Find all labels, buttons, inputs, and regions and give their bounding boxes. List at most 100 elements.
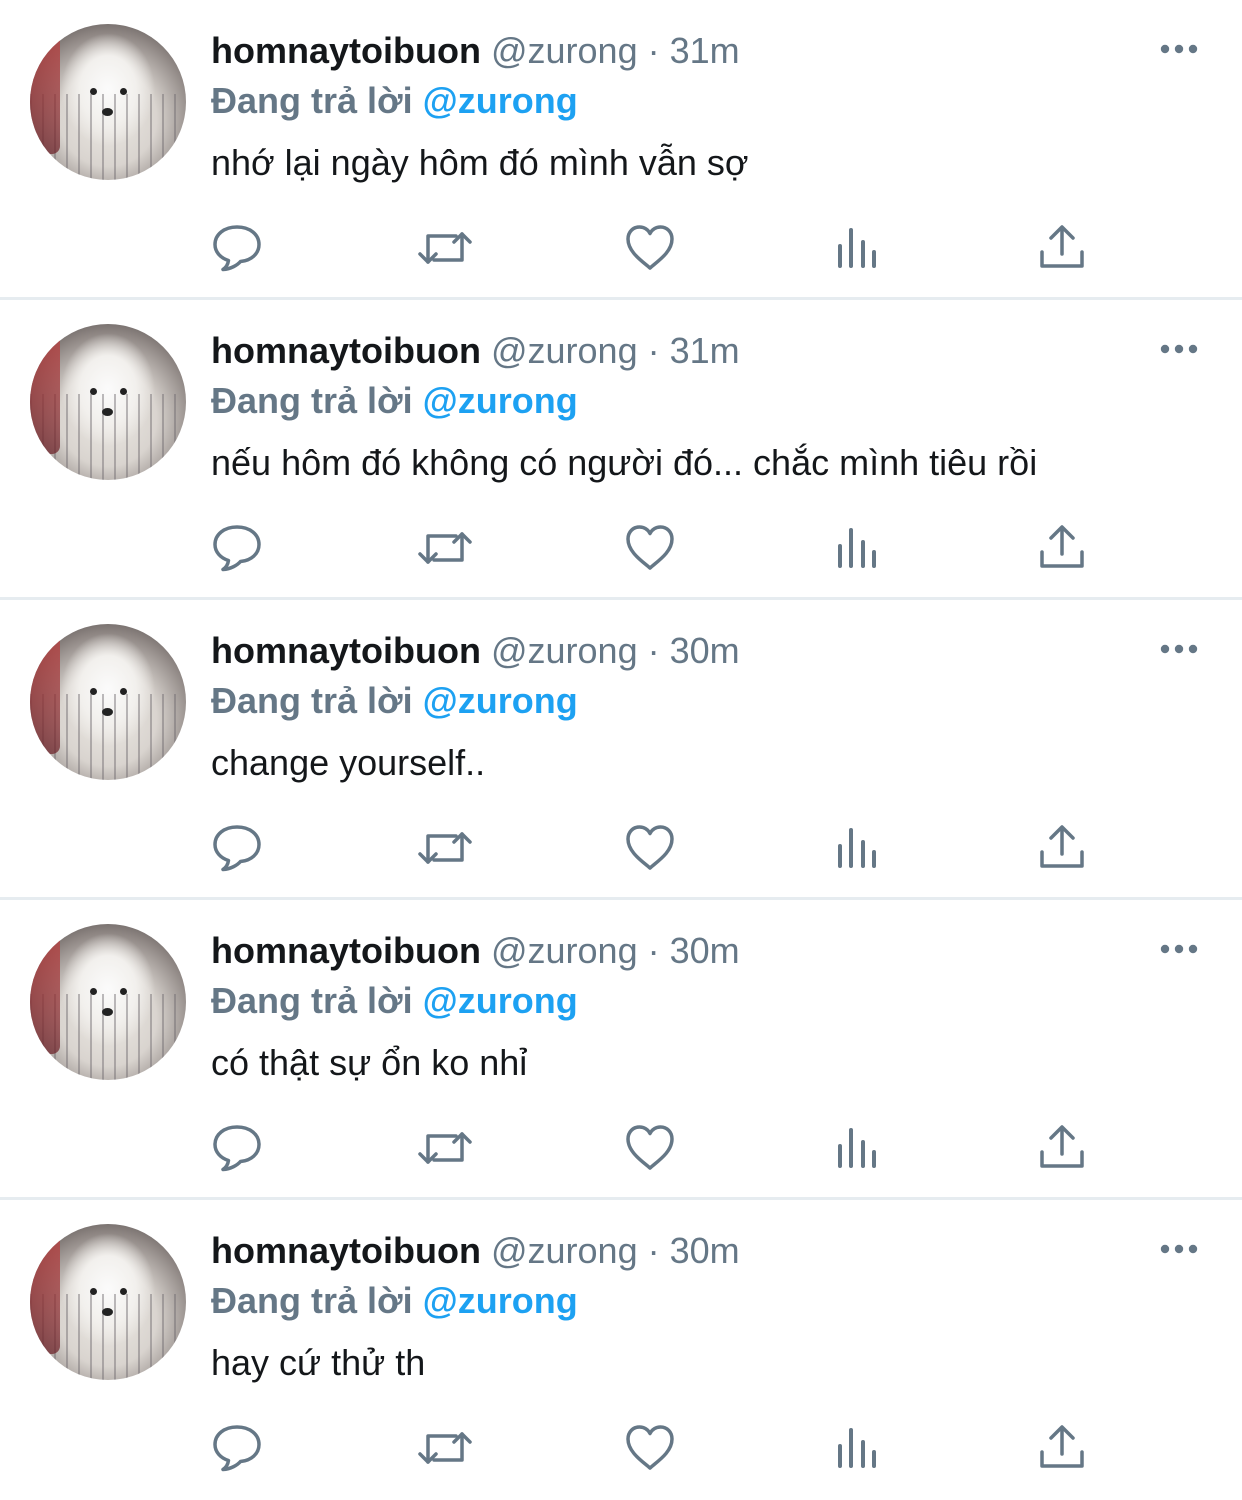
user-handle[interactable]: @zurong (491, 630, 638, 671)
avatar-eye (120, 988, 127, 995)
avatar-eye (120, 88, 127, 95)
replying-to-line: Đang trả lời @zurong (211, 80, 578, 122)
tweet-header: homnaytoibuon @zurong · 30m (211, 630, 740, 672)
avatar-eye (90, 88, 97, 95)
share-icon[interactable] (1036, 822, 1088, 874)
reply-mention-link[interactable]: @zurong (423, 1280, 578, 1321)
timestamp[interactable]: 30m (670, 1230, 740, 1271)
views-icon[interactable] (832, 1422, 884, 1474)
user-handle[interactable]: @zurong (491, 1230, 638, 1271)
reply-mention-link[interactable]: @zurong (423, 80, 578, 121)
display-name[interactable]: homnaytoibuon (211, 30, 481, 71)
more-options-icon[interactable] (1158, 636, 1200, 662)
avatar-eye (90, 688, 97, 695)
timestamp[interactable]: 31m (670, 330, 740, 371)
more-options-icon[interactable] (1158, 936, 1200, 962)
tweet-text: nếu hôm đó không có người đó... chắc mìn… (211, 442, 1038, 483)
like-icon[interactable] (624, 222, 676, 274)
reply-icon[interactable] (211, 1122, 263, 1174)
replying-to-line: Đang trả lời @zurong (211, 1280, 578, 1322)
user-handle[interactable]: @zurong (491, 330, 638, 371)
tweet-header: homnaytoibuon @zurong · 30m (211, 1230, 740, 1272)
replying-to-line: Đang trả lời @zurong (211, 680, 578, 722)
reply-icon[interactable] (211, 222, 263, 274)
tweet-header: homnaytoibuon @zurong · 31m (211, 330, 740, 372)
avatar-nose (102, 1008, 113, 1016)
display-name[interactable]: homnaytoibuon (211, 630, 481, 671)
tweet-text: hay cứ thử th (211, 1342, 426, 1383)
replying-to-label: Đang trả lời (211, 80, 413, 121)
like-icon[interactable] (624, 522, 676, 574)
share-icon[interactable] (1036, 522, 1088, 574)
reply-mention-link[interactable]: @zurong (423, 380, 578, 421)
tweet-card[interactable]: homnaytoibuon @zurong · 31m Đang trả lời… (0, 300, 1242, 600)
timestamp[interactable]: 30m (670, 630, 740, 671)
user-handle[interactable]: @zurong (491, 30, 638, 71)
replying-to-label: Đang trả lời (211, 980, 413, 1021)
share-icon[interactable] (1036, 222, 1088, 274)
avatar-eye (120, 1288, 127, 1295)
tweet-actions (0, 222, 1242, 276)
views-icon[interactable] (832, 1122, 884, 1174)
avatar-nose (102, 1308, 113, 1316)
avatar-eye (90, 988, 97, 995)
tweet-actions (0, 822, 1242, 876)
avatar-nose (102, 108, 113, 116)
header-separator: · (647, 630, 660, 671)
tweet-card[interactable]: homnaytoibuon @zurong · 30m Đang trả lời… (0, 900, 1242, 1200)
retweet-icon[interactable] (416, 1422, 472, 1474)
tweet-text: change yourself.. (211, 742, 486, 783)
more-options-icon[interactable] (1158, 336, 1200, 362)
header-separator: · (647, 1230, 660, 1271)
tweet-actions (0, 522, 1242, 576)
tweet-feed: homnaytoibuon @zurong · 31m Đang trả lời… (0, 0, 1242, 1492)
reply-mention-link[interactable]: @zurong (423, 680, 578, 721)
tweet-header: homnaytoibuon @zurong · 30m (211, 930, 740, 972)
header-separator: · (647, 30, 660, 71)
reply-icon[interactable] (211, 522, 263, 574)
tweet-card[interactable]: homnaytoibuon @zurong · 30m Đang trả lời… (0, 600, 1242, 900)
reply-icon[interactable] (211, 822, 263, 874)
avatar[interactable] (30, 24, 186, 180)
display-name[interactable]: homnaytoibuon (211, 930, 481, 971)
reply-icon[interactable] (211, 1422, 263, 1474)
display-name[interactable]: homnaytoibuon (211, 1230, 481, 1271)
tweet-actions (0, 1422, 1242, 1476)
avatar[interactable] (30, 1224, 186, 1380)
retweet-icon[interactable] (416, 222, 472, 274)
retweet-icon[interactable] (416, 1122, 472, 1174)
views-icon[interactable] (832, 222, 884, 274)
avatar-eye (120, 688, 127, 695)
header-separator: · (647, 930, 660, 971)
share-icon[interactable] (1036, 1122, 1088, 1174)
tweet-actions (0, 1122, 1242, 1176)
reply-mention-link[interactable]: @zurong (423, 980, 578, 1021)
views-icon[interactable] (832, 522, 884, 574)
like-icon[interactable] (624, 1122, 676, 1174)
tweet-card[interactable]: homnaytoibuon @zurong · 30m Đang trả lời… (0, 1200, 1242, 1500)
display-name[interactable]: homnaytoibuon (211, 330, 481, 371)
views-icon[interactable] (832, 822, 884, 874)
avatar-nose (102, 408, 113, 416)
tweet-card[interactable]: homnaytoibuon @zurong · 31m Đang trả lời… (0, 0, 1242, 300)
avatar-eye (90, 1288, 97, 1295)
timestamp[interactable]: 31m (670, 30, 740, 71)
replying-to-line: Đang trả lời @zurong (211, 980, 578, 1022)
like-icon[interactable] (624, 822, 676, 874)
replying-to-label: Đang trả lời (211, 680, 413, 721)
tweet-text: nhớ lại ngày hôm đó mình vẫn sợ (211, 142, 749, 183)
retweet-icon[interactable] (416, 522, 472, 574)
user-handle[interactable]: @zurong (491, 930, 638, 971)
more-options-icon[interactable] (1158, 1236, 1200, 1262)
avatar-eye (90, 388, 97, 395)
like-icon[interactable] (624, 1422, 676, 1474)
timestamp[interactable]: 30m (670, 930, 740, 971)
share-icon[interactable] (1036, 1422, 1088, 1474)
header-separator: · (647, 330, 660, 371)
avatar[interactable] (30, 924, 186, 1080)
more-options-icon[interactable] (1158, 36, 1200, 62)
avatar[interactable] (30, 624, 186, 780)
replying-to-label: Đang trả lời (211, 380, 413, 421)
retweet-icon[interactable] (416, 822, 472, 874)
avatar[interactable] (30, 324, 186, 480)
